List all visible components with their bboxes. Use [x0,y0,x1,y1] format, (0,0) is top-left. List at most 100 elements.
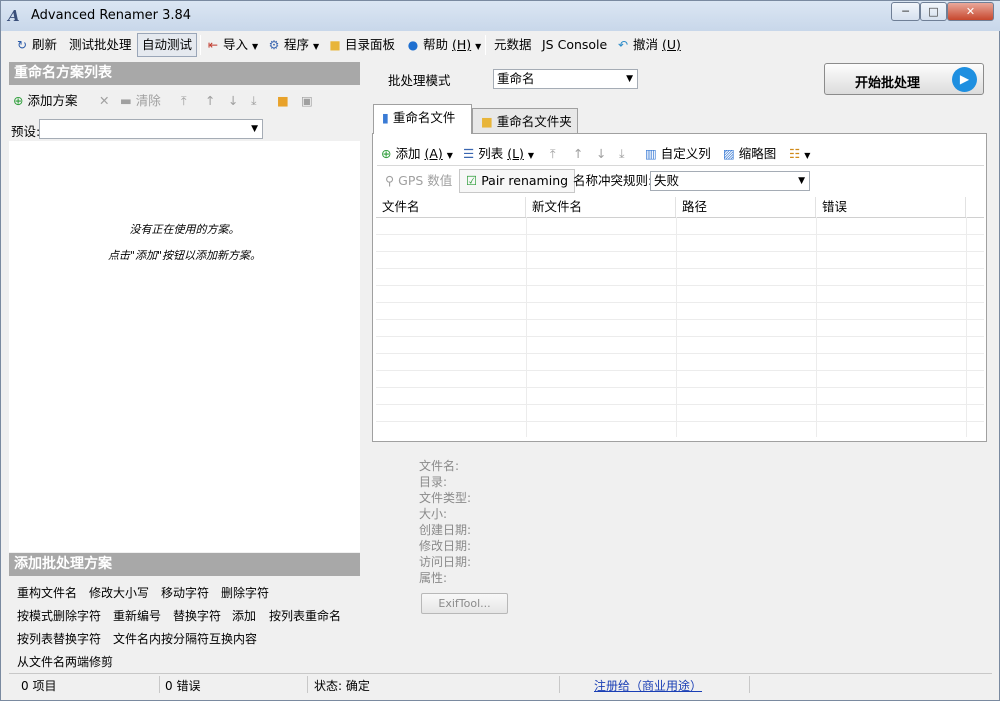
app-logo-icon: A [8,7,20,25]
move-up-icon[interactable]: ↑ [573,144,583,164]
column-header-new-filename[interactable]: 新文件名 [526,197,676,217]
grid-column-line [816,217,817,437]
tab-rename-folders[interactable]: ■ 重命名文件夹 [472,108,578,135]
minimize-button[interactable]: ─ [891,2,920,21]
program-menu[interactable]: ⚙ 程序 ▼ [267,34,320,56]
column-header-path[interactable]: 路径 [676,197,816,217]
batch-mode-select[interactable]: 重命名 ▼ [493,69,638,89]
chevron-down-icon: ▼ [252,42,259,51]
preset-select[interactable]: ▼ [39,119,263,139]
chevron-down-icon: ▼ [475,42,482,51]
move-bottom-icon[interactable]: ⤓ [251,91,257,111]
tab-rename-files-label: 重命名文件 [392,110,456,125]
main-toolbar: ↻ 刷新 测试批处理 自动测试 ⇤ 导入 ▼ ⚙ 程序 ▼ ■ 目录面板 ● 帮助 (H)… [5,32,997,58]
add-methods-header: 添加批处理方案 [9,553,360,576]
help-menu[interactable]: ● 帮助 (H) ▼ [406,34,482,56]
status-separator [307,676,308,693]
empty-message-line1: 没有正在使用的方案。 [129,223,240,236]
method-link[interactable]: 按列表替换字符 [17,630,101,647]
column-header-error[interactable]: 错误 [816,197,966,217]
chevron-down-icon: ▼ [804,151,811,160]
metadata-button[interactable]: 元数据 [494,34,532,56]
grid-line [376,404,984,405]
chevron-down-icon: ▼ [313,42,320,51]
js-console-button[interactable]: JS Console [542,34,607,56]
method-link[interactable]: 重构文件名 [17,584,77,601]
grid-column-line [526,217,527,437]
list-menu[interactable]: ☰ 列表 (L) ▼ [463,144,534,164]
method-link[interactable]: 文件名内按分隔符互换内容 [113,630,257,647]
error-count: 0 错误 [165,679,201,693]
auto-test-toggle[interactable]: 自动测试 [137,33,198,57]
move-bottom-icon[interactable]: ⤓ [619,144,625,164]
move-top-icon[interactable]: ⤒ [181,91,187,111]
test-batch-button[interactable]: 测试批处理 [69,34,132,56]
move-down-icon[interactable]: ↓ [228,91,238,111]
method-link[interactable]: 按列表重命名 [269,607,341,624]
method-link[interactable]: 从文件名两端修剪 [17,653,113,670]
file-info-panel: 文件名: 目录: 文件类型: 大小: 创建日期: 修改日期: 访问日期: 属性: [419,458,539,586]
directory-panel-button[interactable]: ■ 目录面板 [328,34,395,56]
details-view-icon: ☷ [789,146,801,161]
status-separator [749,676,750,693]
open-folder-icon[interactable]: ■ [277,91,289,111]
grid-line [376,251,984,252]
method-link[interactable]: 替换字符 [173,607,221,624]
import-label: 导入 [223,37,249,52]
method-link[interactable]: 添加 [232,607,256,624]
view-options-menu[interactable]: ☷ ▼ [789,144,810,164]
grid-line [376,353,984,354]
program-label: 程序 [284,37,310,52]
toolbar-divider [377,165,984,166]
clear-button[interactable]: ▬ 清除 [120,91,161,111]
custom-columns-button[interactable]: ▥ 自定义列 [645,144,711,164]
move-down-icon[interactable]: ↓ [596,144,606,164]
chevron-down-icon: ▼ [798,176,805,186]
info-label: 文件类型: [419,491,472,505]
register-link[interactable]: 注册给（商业用途） [594,677,702,694]
grid-line [376,370,984,371]
name-conflict-value: 失败 [654,173,680,188]
exiftool-button[interactable]: ExifTool... [421,593,508,614]
method-link[interactable]: 移动字符 [161,584,209,601]
thumbnails-button[interactable]: ▨ 缩略图 [723,144,776,164]
folder-icon: ■ [481,114,493,129]
gps-values-button[interactable]: ⚲ GPS 数值 [385,171,452,191]
method-link[interactable]: 修改大小写 [89,584,149,601]
method-link[interactable]: 删除字符 [221,584,269,601]
chevron-down-icon: ▼ [527,151,535,160]
location-pin-icon: ⚲ [385,173,395,188]
status-separator [159,676,160,693]
add-files-menu[interactable]: ⊕ 添加 (A) ▼ [381,144,453,164]
add-method-button[interactable]: ⊕ 添加方案 [13,91,77,111]
preset-label: 预设: [11,124,41,139]
method-list-header: 重命名方案列表 [9,62,360,85]
method-link[interactable]: 重新编号 [113,607,161,624]
undo-button[interactable]: ↶ 撤消 (U) [616,34,681,56]
method-link[interactable]: 按模式删除字符 [17,607,101,624]
start-batch-button[interactable]: 开始批处理 ▶ [824,63,984,95]
column-header-filename[interactable]: 文件名 [376,197,526,217]
grid-line [376,387,984,388]
chevron-down-icon: ▼ [446,151,453,160]
save-icon[interactable]: ▣ [301,91,313,111]
remove-icon[interactable]: ✕ [99,91,109,111]
pair-renaming-toggle[interactable]: ☑ Pair renaming [459,169,576,193]
add-files-label: 添加 [395,146,421,161]
grid-column-line [966,217,967,437]
tab-rename-files[interactable]: ▮ 重命名文件 [373,104,472,134]
grid-line [376,234,984,235]
move-top-icon[interactable]: ⤒ [550,144,556,164]
name-conflict-select[interactable]: 失败 ▼ [650,171,810,191]
file-grid[interactable]: 文件名 新文件名 路径 错误 [376,197,986,439]
method-list[interactable]: 没有正在使用的方案。 点击"添加"按钮以添加新方案。 [9,141,360,552]
close-button[interactable]: ✕ [947,2,994,21]
import-menu[interactable]: ⇤ 导入 ▼ [206,34,258,56]
app-window: A Advanced Renamer 3.84 ─ □ ✕ ↻ 刷新 测试批处理 … [0,0,1000,701]
refresh-button[interactable]: ↻ 刷新 [15,34,57,56]
move-up-icon[interactable]: ↑ [205,91,215,111]
toolbar-separator [200,35,201,55]
grid-line [376,421,984,422]
program-icon: ⚙ [268,38,280,52]
maximize-button[interactable]: □ [920,2,947,21]
